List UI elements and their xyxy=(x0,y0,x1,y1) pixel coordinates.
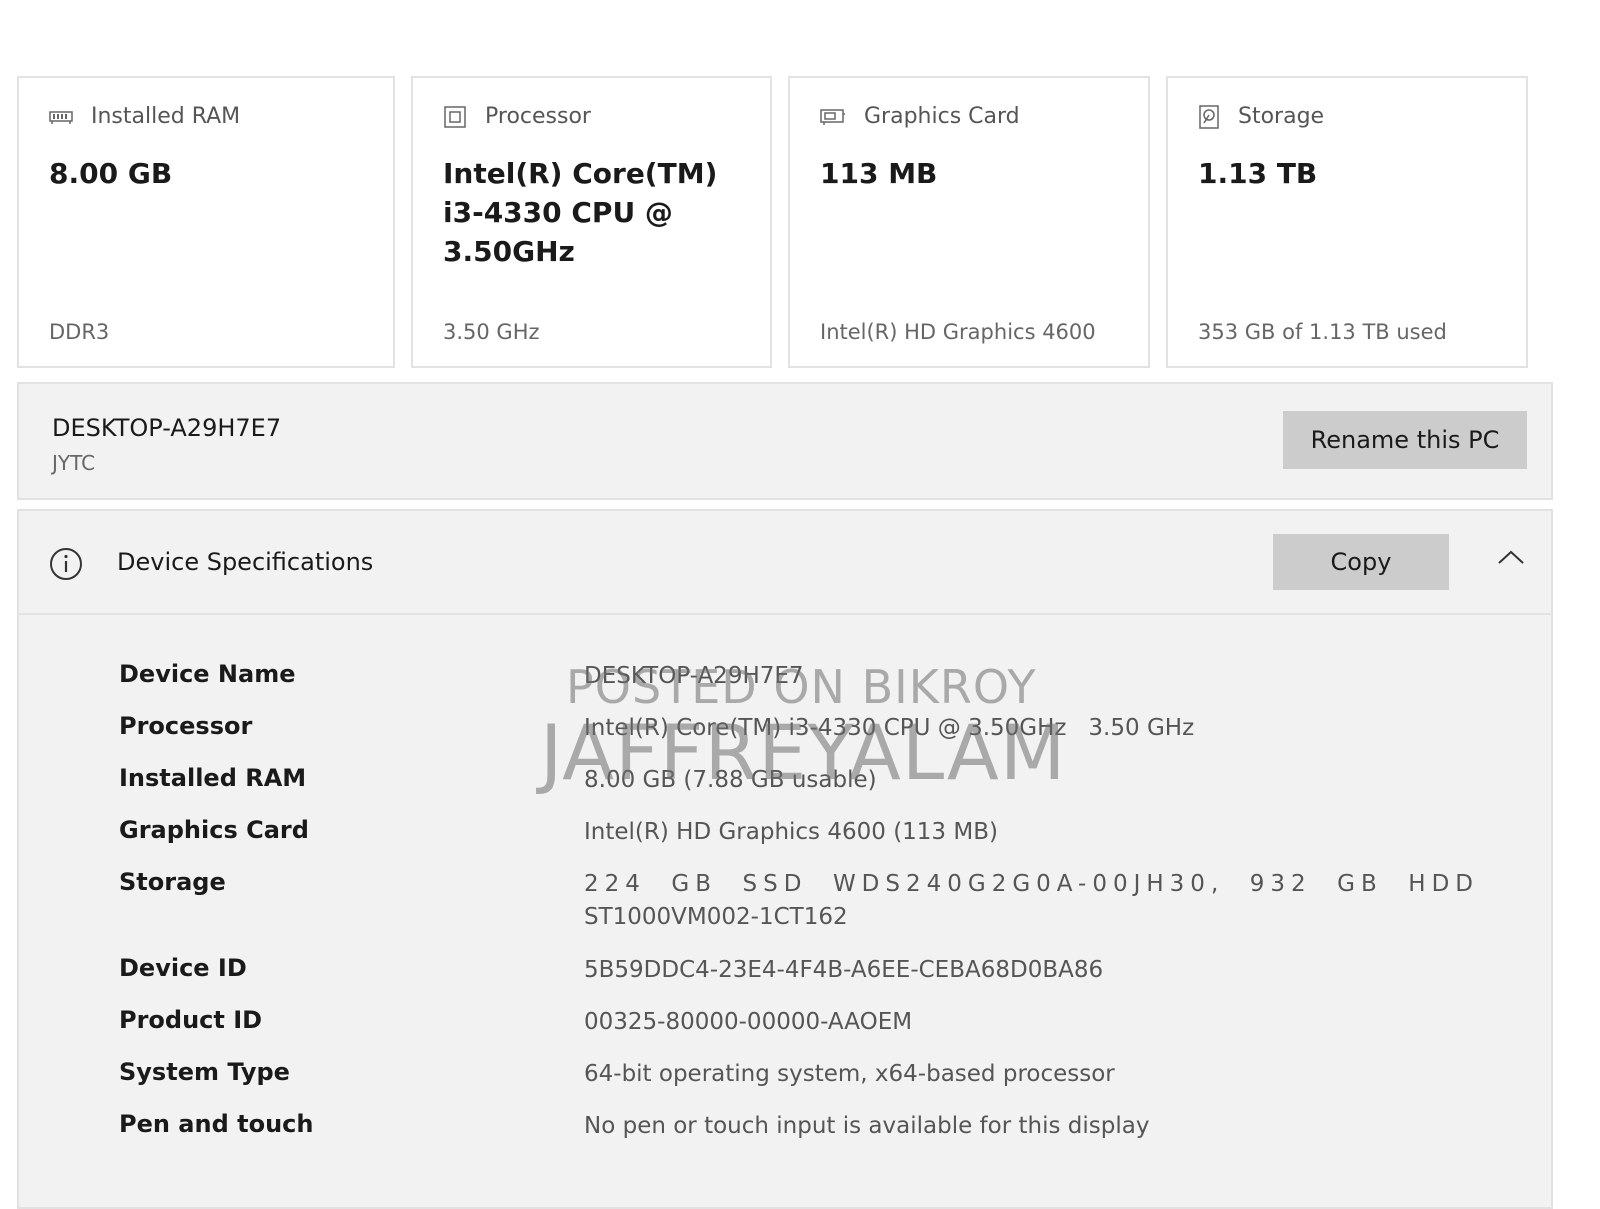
device-specifications-panel: Device Specifications Copy Device Name D… xyxy=(17,509,1553,1209)
graphics-card-card: Graphics Card 113 MB Intel(R) HD Graphic… xyxy=(788,76,1150,368)
ram-card-sub: DDR3 xyxy=(49,320,110,344)
graphics-card-icon xyxy=(820,108,845,125)
ram-icon xyxy=(49,110,73,124)
info-icon xyxy=(50,548,82,580)
spec-value: 64-bit operating system, x64-based proce… xyxy=(584,1061,1115,1087)
storage-card-header: Storage xyxy=(1198,104,1324,129)
pc-name-bar: DESKTOP-A29H7E7 JYTC Rename this PC xyxy=(17,382,1553,500)
spec-value: Intel(R) Core(TM) i3-4330 CPU @ 3.50GHz … xyxy=(584,715,1195,741)
spec-value: No pen or touch input is available for t… xyxy=(584,1113,1150,1139)
spec-label: Installed RAM xyxy=(119,764,307,792)
storage-value-line2: ST1000VM002-1CT162 xyxy=(584,904,848,930)
spec-value: Intel(R) HD Graphics 4600 (113 MB) xyxy=(584,819,998,845)
rename-pc-button[interactable]: Rename this PC xyxy=(1283,411,1527,469)
graphics-card-title: Graphics Card xyxy=(864,104,1020,129)
summary-cards: Installed RAM 8.00 GB DDR3 Processor Int… xyxy=(17,76,1528,368)
chevron-up-icon[interactable] xyxy=(1497,549,1525,565)
ram-card-header: Installed RAM xyxy=(49,104,240,129)
storage-card: Storage 1.13 TB 353 GB of 1.13 TB used xyxy=(1166,76,1528,368)
device-specifications-title: Device Specifications xyxy=(117,548,374,576)
spec-label: Processor xyxy=(119,712,253,740)
processor-card-value: Intel(R) Core(TM) i3-4330 CPU @ 3.50GHz xyxy=(443,157,718,268)
copy-button[interactable]: Copy xyxy=(1273,534,1449,590)
pc-organization: JYTC xyxy=(52,451,96,475)
processor-card-title: Processor xyxy=(485,104,591,129)
device-specifications-header[interactable]: Device Specifications Copy xyxy=(19,511,1551,615)
storage-card-value: 1.13 TB xyxy=(1198,157,1318,190)
graphics-card-header: Graphics Card xyxy=(820,104,1020,129)
spec-label: Product ID xyxy=(119,1006,263,1034)
spec-label: Graphics Card xyxy=(119,816,309,844)
spec-value: 8.00 GB (7.88 GB usable) xyxy=(584,767,877,793)
processor-icon xyxy=(444,105,466,128)
spec-label: Pen and touch xyxy=(119,1110,314,1138)
pc-name: DESKTOP-A29H7E7 xyxy=(52,414,282,442)
ram-card-title: Installed RAM xyxy=(91,104,241,129)
storage-card-sub: 353 GB of 1.13 TB used xyxy=(1198,320,1447,344)
storage-word: HDD xyxy=(1408,871,1479,897)
ram-card-value: 8.00 GB xyxy=(49,157,173,190)
processor-card-sub: 3.50 GHz xyxy=(443,320,540,344)
spec-label: Device Name xyxy=(119,660,296,688)
storage-card-title: Storage xyxy=(1238,104,1325,129)
spec-label: Storage xyxy=(119,868,226,896)
spec-value: DESKTOP-A29H7E7 xyxy=(584,663,804,689)
processor-card: Processor Intel(R) Core(TM) i3-4330 CPU … xyxy=(411,76,772,368)
storage-word: GB xyxy=(1337,871,1383,897)
storage-value-line1: 224 GB SSD WDS240G2G0A-00JH30, 932 GB HD… xyxy=(584,868,1479,901)
storage-word: WDS240G2G0A-00JH30, xyxy=(832,871,1225,897)
graphics-card-sub: Intel(R) HD Graphics 4600 xyxy=(820,320,1096,344)
storage-word: SSD xyxy=(742,871,808,897)
storage-word: 932 xyxy=(1249,871,1312,897)
storage-word: 224 xyxy=(584,871,646,897)
spec-value: 5B59DDC4-23E4-4F4B-A6EE-CEBA68D0BA86 xyxy=(584,957,1104,983)
spec-value: 224 GB SSD WDS240G2G0A-00JH30, 932 GB HD… xyxy=(584,868,1479,934)
processor-card-header: Processor xyxy=(443,104,591,129)
spec-label: Device ID xyxy=(119,954,247,982)
spec-label: System Type xyxy=(119,1058,290,1086)
storage-word: GB xyxy=(671,871,718,897)
spec-value: 00325-80000-00000-AAOEM xyxy=(584,1009,913,1035)
graphics-card-value: 113 MB xyxy=(820,157,938,190)
storage-icon xyxy=(1199,104,1219,129)
ram-card: Installed RAM 8.00 GB DDR3 xyxy=(17,76,395,368)
